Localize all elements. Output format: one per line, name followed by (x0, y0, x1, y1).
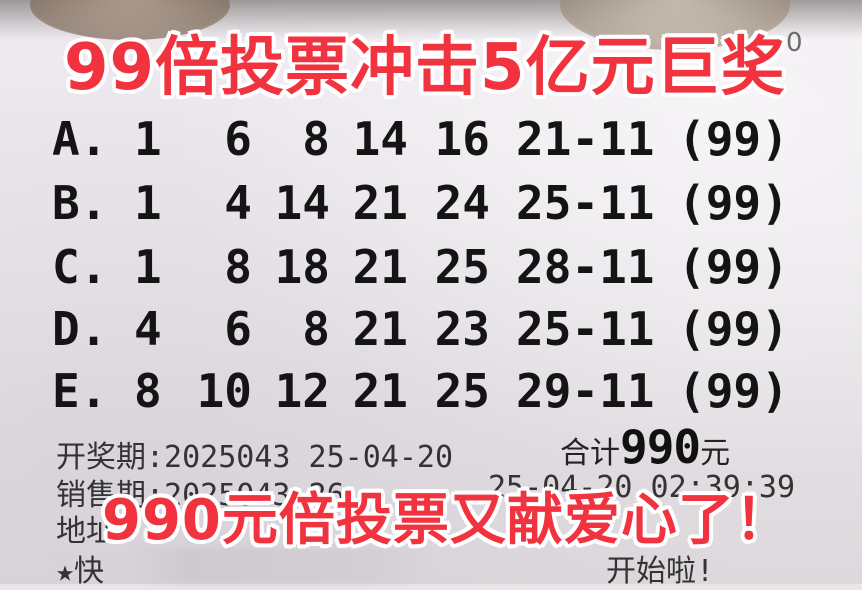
red-number: 10 (196, 364, 252, 418)
red-number: 8 (302, 302, 330, 356)
red-number: 23 (434, 302, 490, 356)
red-number: 1 (134, 240, 162, 294)
red-number: 21 (352, 364, 408, 418)
ticket-row-c: C. 1 8 18 21 25 28-11 (99) (0, 236, 862, 298)
red-number: 25 (434, 364, 490, 418)
total-value: 990 (620, 420, 701, 474)
total-unit: 元 (700, 436, 731, 471)
red-number: 24 (434, 176, 490, 230)
multiplier: (99) (678, 302, 789, 356)
total-amount: 合计990元 (560, 420, 730, 474)
red-number: 1 (134, 176, 162, 230)
row-label: B. (52, 176, 108, 230)
red-number: 6 (224, 112, 252, 166)
red-number: 14 (274, 176, 330, 230)
multiplier: (99) (678, 112, 789, 166)
multiplier: (99) (678, 240, 789, 294)
red-number: 14 (352, 112, 408, 166)
blue-number: 29-11 (516, 364, 655, 418)
blue-number: 25-11 (516, 176, 655, 230)
blue-number: 25-11 (516, 302, 655, 356)
headline-top: 99倍投票冲击5亿元巨奖 (64, 31, 786, 105)
red-number: 21 (352, 302, 408, 356)
red-number: 8 (302, 112, 330, 166)
multiplier: (99) (678, 364, 789, 418)
blurred-text (130, 548, 430, 584)
red-number: 21 (352, 240, 408, 294)
ticket-row-d: D. 4 6 8 21 23 25-11 (99) (0, 298, 862, 360)
red-number: 4 (224, 176, 252, 230)
lottery-ticket: 0 99倍投票冲击5亿元巨奖 A. 1 6 8 14 16 21-11 (99)… (0, 0, 862, 589)
ticket-row-b: B. 1 4 14 21 24 25-11 (99) (0, 172, 862, 234)
corner-char: 0 (786, 28, 803, 58)
ticket-row-e: E. 8 10 12 21 25 29-11 (99) (0, 360, 862, 422)
red-number: 12 (274, 364, 330, 418)
red-number: 25 (434, 240, 490, 294)
red-number: 1 (134, 112, 162, 166)
blue-number: 28-11 (516, 240, 655, 294)
red-number: 6 (224, 302, 252, 356)
row-label: C. (52, 240, 108, 294)
ticket-row-a: A. 1 6 8 14 16 21-11 (99) (0, 108, 862, 170)
red-number: 8 (224, 240, 252, 294)
red-number: 18 (274, 240, 330, 294)
blue-number: 21-11 (516, 112, 655, 166)
total-label: 合计 (560, 436, 620, 471)
headline-bottom: 990元倍投票又献爱心了！ (102, 488, 792, 553)
red-number: 16 (434, 112, 490, 166)
row-label: D. (52, 302, 108, 356)
star-line: ★快 (56, 554, 105, 589)
red-number: 8 (134, 364, 162, 418)
multiplier: (99) (678, 176, 789, 230)
red-number: 4 (134, 302, 162, 356)
red-number: 21 (352, 176, 408, 230)
row-label: A. (52, 112, 108, 166)
row-label: E. (52, 364, 108, 418)
